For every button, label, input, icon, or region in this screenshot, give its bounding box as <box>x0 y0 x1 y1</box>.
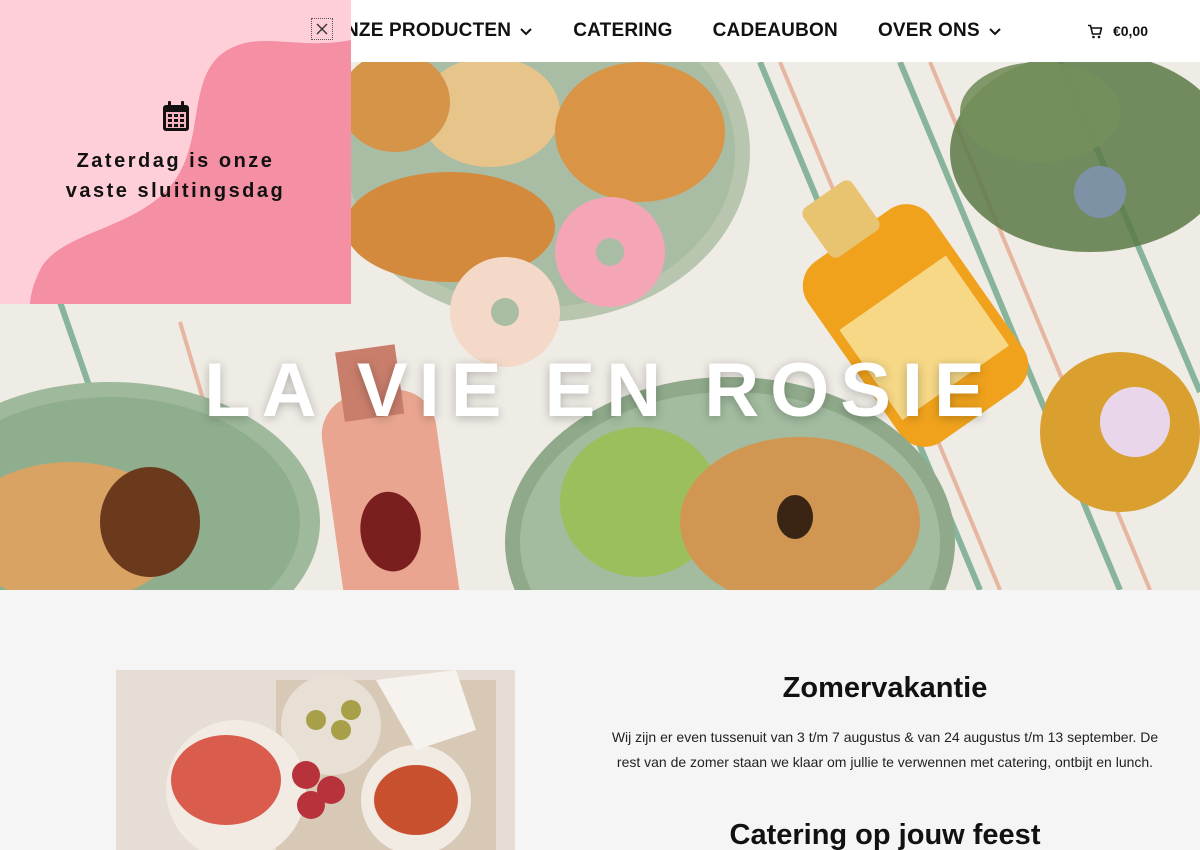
nav-item-catering[interactable]: CATERING <box>573 20 672 42</box>
nav-item-cadeaubon[interactable]: CADEAUBON <box>713 20 838 42</box>
article-body: Wij zijn er even tussenuit van 3 t/m 7 a… <box>600 725 1170 775</box>
popup-message-line: vaste sluitingsdag <box>65 180 286 202</box>
popup-close-button[interactable] <box>311 18 333 40</box>
nav-item-label: CATERING <box>573 20 673 41</box>
article-body-line: Wij zijn er even tussenuit van 3 t/m 7 a… <box>611 729 1159 745</box>
article-heading-catering: Catering op jouw feest <box>729 819 1041 850</box>
catering-box-image <box>116 670 515 850</box>
main-nav: ONZE PRODUCTEN CATERING CADEAUBON OVER O… <box>330 0 1042 62</box>
catering-photo <box>116 670 515 850</box>
chevron-down-icon <box>989 28 1001 36</box>
nav-item-label: OVER ONS <box>877 20 980 41</box>
chevron-down-icon <box>520 28 532 36</box>
hero-title: LA VIE EN ROSIE <box>204 348 996 433</box>
popup-message: Zaterdag is onze vaste sluitingsdag <box>0 146 351 206</box>
nav-item-label: CADEAUBON <box>712 20 838 41</box>
popup-message-line: Zaterdag is onze <box>76 150 275 172</box>
nav-item-onze-producten[interactable]: ONZE PRODUCTEN <box>330 20 533 42</box>
close-icon <box>316 23 328 35</box>
cart-total: €0,00 <box>1112 23 1148 39</box>
notice-popup: Zaterdag is onze vaste sluitingsdag <box>0 0 351 304</box>
article-body-line: rest van de zomer staan we klaar om jull… <box>616 754 1154 770</box>
nav-item-over-ons[interactable]: OVER ONS <box>878 20 1002 42</box>
cart-icon <box>1087 24 1103 38</box>
calendar-icon <box>163 101 189 131</box>
nav-item-label: ONZE PRODUCTEN <box>330 20 512 41</box>
article-heading: Zomervakantie <box>782 672 988 704</box>
news-article: Zomervakantie Wij zijn er even tussenuit… <box>600 672 1170 850</box>
cart-button[interactable]: €0,00 <box>1087 0 1148 62</box>
